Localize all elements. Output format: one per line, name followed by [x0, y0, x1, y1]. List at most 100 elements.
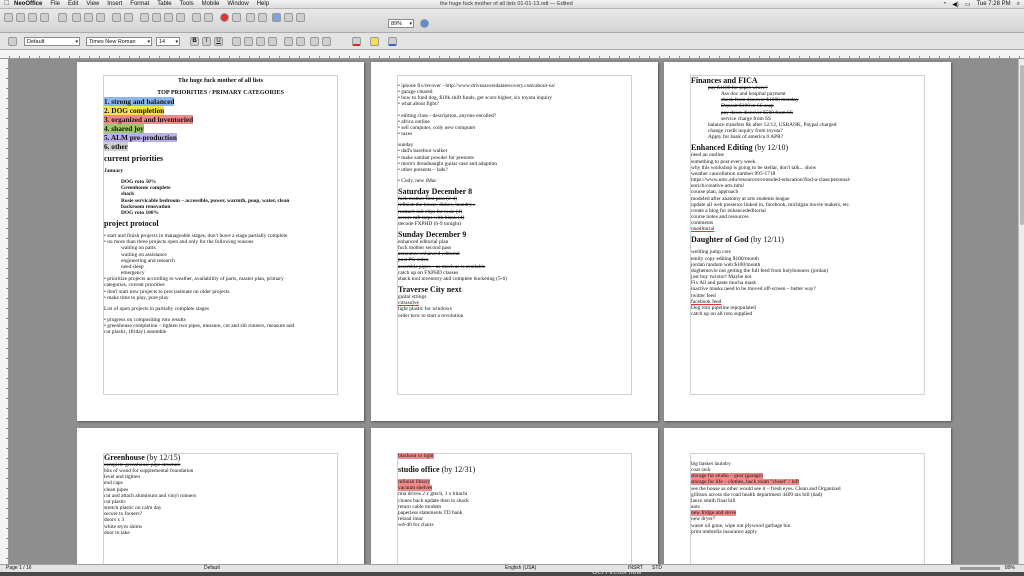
- wifi-icon[interactable]: ◔: [943, 1, 947, 8]
- menu-insert[interactable]: Insert: [103, 1, 126, 7]
- menu-window[interactable]: Window: [223, 1, 252, 7]
- align-center-icon[interactable]: [244, 37, 253, 46]
- page-6[interactable]: big basket laundry coat rack storage for…: [664, 428, 951, 564]
- align-left-icon[interactable]: [232, 37, 241, 46]
- page-indicator[interactable]: Page 1 / 16: [6, 565, 32, 572]
- page-5[interactable]: blackout or light studio office (by 12/3…: [371, 428, 658, 564]
- data-sources-icon[interactable]: [284, 13, 293, 22]
- scroll-thumb[interactable]: [1020, 65, 1024, 225]
- page-2[interactable]: • iphone fix/recover - http://www.drives…: [371, 62, 658, 421]
- vertical-ruler[interactable]: [0, 59, 9, 564]
- doc-title: The huge fuck mother of all lists: [177, 77, 264, 84]
- font-size-select[interactable]: 14: [156, 37, 180, 46]
- menu-help[interactable]: Help: [253, 1, 273, 7]
- language-indicator[interactable]: English (USA): [505, 565, 536, 572]
- category-2: 2. DOG completion: [104, 106, 165, 115]
- table-icon[interactable]: [246, 13, 255, 22]
- highlighting-icon[interactable]: [370, 37, 379, 46]
- list-item: catch up on all roto supplied: [691, 311, 753, 317]
- category-5: 5. ALM pre-production: [104, 133, 177, 142]
- styles-icon[interactable]: [8, 37, 17, 46]
- italic-button[interactable]: I: [202, 37, 211, 46]
- page-3[interactable]: Finances and FICA pay $1100 for pipes wh…: [664, 62, 951, 421]
- section-heading: Finances and FICA: [691, 76, 758, 85]
- page-1[interactable]: The huge fuck mother of all lists TOP PR…: [77, 62, 364, 421]
- background-color-icon[interactable]: [388, 37, 397, 46]
- list-item: Apply for bank of america 0 APR?: [708, 134, 784, 141]
- apple-menu-icon[interactable]: : [4, 0, 9, 7]
- new-document-icon[interactable]: [4, 13, 13, 22]
- spotlight-icon[interactable]: ⌕: [1017, 1, 1020, 8]
- section-heading: Daughter of God: [691, 235, 749, 245]
- menu-format[interactable]: Format: [126, 1, 153, 7]
- battery-icon[interactable]: ▭: [965, 1, 971, 8]
- align-right-icon[interactable]: [256, 37, 265, 46]
- bold-button[interactable]: B: [190, 37, 199, 46]
- spellcheck-icon[interactable]: [112, 13, 121, 22]
- menu-table[interactable]: Table: [153, 1, 175, 7]
- menu-view[interactable]: View: [82, 1, 103, 7]
- section-heading: project protocol: [104, 219, 159, 229]
- page-4-text[interactable]: Greenhouse (by 12/15) complete greenhous…: [104, 453, 337, 536]
- open-icon[interactable]: [16, 13, 25, 22]
- page-3-text[interactable]: Finances and FICA pay $1100 for pipes wh…: [691, 76, 924, 317]
- list-item: oneditorial: [691, 226, 715, 233]
- vertical-scrollbar[interactable]: [1018, 59, 1024, 564]
- page-2-text[interactable]: • iphone fix/recover - http://www.drives…: [398, 83, 631, 319]
- horizontal-ruler[interactable]: [0, 50, 1024, 59]
- print-preview-icon[interactable]: [96, 13, 105, 22]
- print-icon[interactable]: [84, 13, 93, 22]
- copy-icon[interactable]: [152, 13, 161, 22]
- email-icon[interactable]: [40, 13, 49, 22]
- page-5-text[interactable]: blackout or light studio office (by 12/3…: [398, 453, 631, 528]
- font-color-icon[interactable]: [352, 37, 361, 46]
- category-4: 4. shared joy: [104, 124, 144, 133]
- page-6-text[interactable]: big basket laundry coat rack storage for…: [691, 461, 924, 535]
- hyperlink-icon[interactable]: [220, 13, 229, 22]
- cut-icon[interactable]: [140, 13, 149, 22]
- decrease-indent-icon[interactable]: [310, 37, 319, 46]
- undo-icon[interactable]: [192, 13, 201, 22]
- export-pdf-icon[interactable]: [72, 13, 81, 22]
- dock-hint: Get Firefox now: [592, 569, 642, 576]
- selection-mode[interactable]: STD: [652, 565, 662, 572]
- gallery-icon[interactable]: [272, 13, 281, 22]
- status-bar: Page 1 / 16 Default English (USA) INSRT …: [0, 564, 1024, 572]
- section-heading: Enhanced Editing: [691, 143, 753, 153]
- font-name-select[interactable]: Times New Roman: [86, 37, 152, 46]
- menu-mobile[interactable]: Mobile: [198, 1, 224, 7]
- redo-icon[interactable]: [204, 13, 213, 22]
- increase-indent-icon[interactable]: [322, 37, 331, 46]
- bullets-icon[interactable]: [296, 37, 305, 46]
- zoom-percentage[interactable]: 89%: [1005, 565, 1015, 572]
- list-item: order how to start a revolution: [398, 312, 464, 319]
- section-date: (by 12/31): [441, 465, 476, 475]
- clock[interactable]: Tue 7:28 PM: [976, 1, 1010, 8]
- save-icon[interactable]: [28, 13, 37, 22]
- section-heading: Traverse City next: [398, 285, 462, 295]
- navigator-icon[interactable]: [232, 13, 241, 22]
- zoom-slider[interactable]: [960, 567, 1000, 570]
- page-1-text[interactable]: The huge fuck mother of all lists TOP PR…: [104, 76, 337, 335]
- help-icon[interactable]: [420, 19, 429, 28]
- paragraph-style-select[interactable]: Default: [24, 37, 80, 46]
- paste-icon[interactable]: [164, 13, 173, 22]
- underline-button[interactable]: U: [214, 37, 223, 46]
- menu-file[interactable]: File: [46, 1, 64, 7]
- section-heading: Greenhouse: [104, 453, 145, 462]
- page-4[interactable]: Greenhouse (by 12/15) complete greenhous…: [77, 428, 364, 564]
- justify-icon[interactable]: [268, 37, 277, 46]
- page-style[interactable]: Default: [204, 565, 220, 572]
- menu-tools[interactable]: Tools: [176, 1, 198, 7]
- window-title: the huge fuck mother of all lists 01-01-…: [440, 1, 573, 7]
- autospell-icon[interactable]: [124, 13, 133, 22]
- nonprinting-chars-icon[interactable]: [296, 13, 305, 22]
- volume-icon[interactable]: ◀): [952, 1, 959, 8]
- zoom-select[interactable]: 89%: [388, 19, 414, 28]
- section-heading: Saturday December 8: [398, 187, 473, 197]
- menu-edit[interactable]: Edit: [64, 1, 82, 7]
- show-draw-icon[interactable]: [258, 13, 267, 22]
- format-paintbrush-icon[interactable]: [176, 13, 185, 22]
- numbering-icon[interactable]: [284, 37, 293, 46]
- edit-file-icon[interactable]: [58, 13, 67, 22]
